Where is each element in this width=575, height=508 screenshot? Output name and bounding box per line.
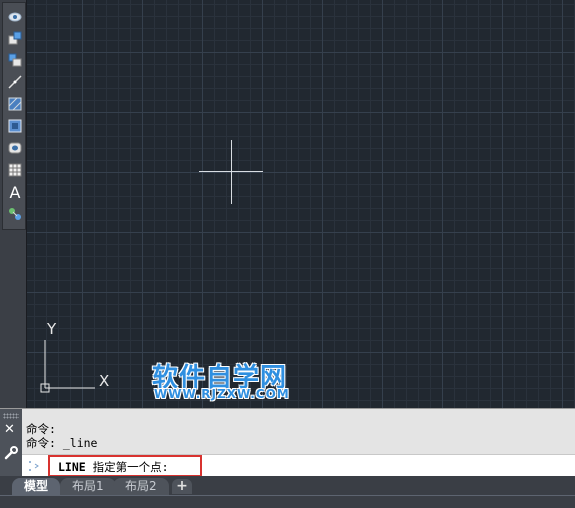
tab-layout2[interactable]: 布局2 xyxy=(113,478,169,495)
add-selected-icon[interactable] xyxy=(6,205,24,223)
command-line-window: ✕ 命令: 命令: _line LINE 指定第一个点: xyxy=(0,408,575,477)
table-icon[interactable] xyxy=(6,161,24,179)
watermark-logo: 软件自学网 WWW.RJZXW.COM xyxy=(152,357,327,402)
tab-layout1[interactable]: 布局1 xyxy=(60,478,116,495)
make-block-icon[interactable] xyxy=(6,51,24,69)
watermark-url: WWW.RJZXW.COM xyxy=(154,387,290,401)
command-history: 命令: 命令: _line xyxy=(26,422,97,450)
draw-toolbar-panel: A xyxy=(2,2,26,230)
hatch-icon[interactable] xyxy=(6,95,24,113)
prompt-message: 指定第一个点: xyxy=(85,460,169,474)
ucs-y-label: Y xyxy=(47,320,57,338)
insert-block-icon[interactable] xyxy=(6,29,24,47)
command-history-line: 命令: xyxy=(26,422,56,436)
prompt-command-name: LINE xyxy=(58,460,86,474)
command-input-row[interactable]: LINE 指定第一个点: xyxy=(22,454,575,477)
command-prompt[interactable]: LINE 指定第一个点: xyxy=(58,459,169,475)
close-icon[interactable]: ✕ xyxy=(4,423,15,437)
region-icon[interactable] xyxy=(6,139,24,157)
gradient-icon[interactable] xyxy=(6,117,24,135)
command-line-sidebar: ✕ xyxy=(0,409,22,477)
ucs-icon: Y X xyxy=(39,320,129,395)
command-history-line: 命令: _line xyxy=(26,436,98,450)
point-icon[interactable] xyxy=(6,73,24,91)
customize-wrench-icon[interactable] xyxy=(3,445,19,461)
highlighted-prompt: LINE 指定第一个点: xyxy=(48,455,202,477)
crosshair-cursor-vertical xyxy=(231,140,232,204)
recent-commands-icon[interactable] xyxy=(26,458,40,474)
multiline-text-icon[interactable]: A xyxy=(6,183,24,202)
drawing-canvas[interactable]: Y X 软件自学网 WWW.RJZXW.COM xyxy=(27,0,575,408)
tab-baseline xyxy=(0,495,575,496)
view-cloud-icon[interactable] xyxy=(6,7,24,25)
tab-model[interactable]: 模型 xyxy=(12,478,61,495)
layout-tab-bar: 模型 布局1 布局2 + xyxy=(0,476,575,508)
ucs-x-label: X xyxy=(99,372,110,390)
add-layout-button[interactable]: + xyxy=(172,479,192,494)
drag-grip-icon[interactable] xyxy=(3,413,19,419)
draw-toolbar: A xyxy=(0,0,27,408)
